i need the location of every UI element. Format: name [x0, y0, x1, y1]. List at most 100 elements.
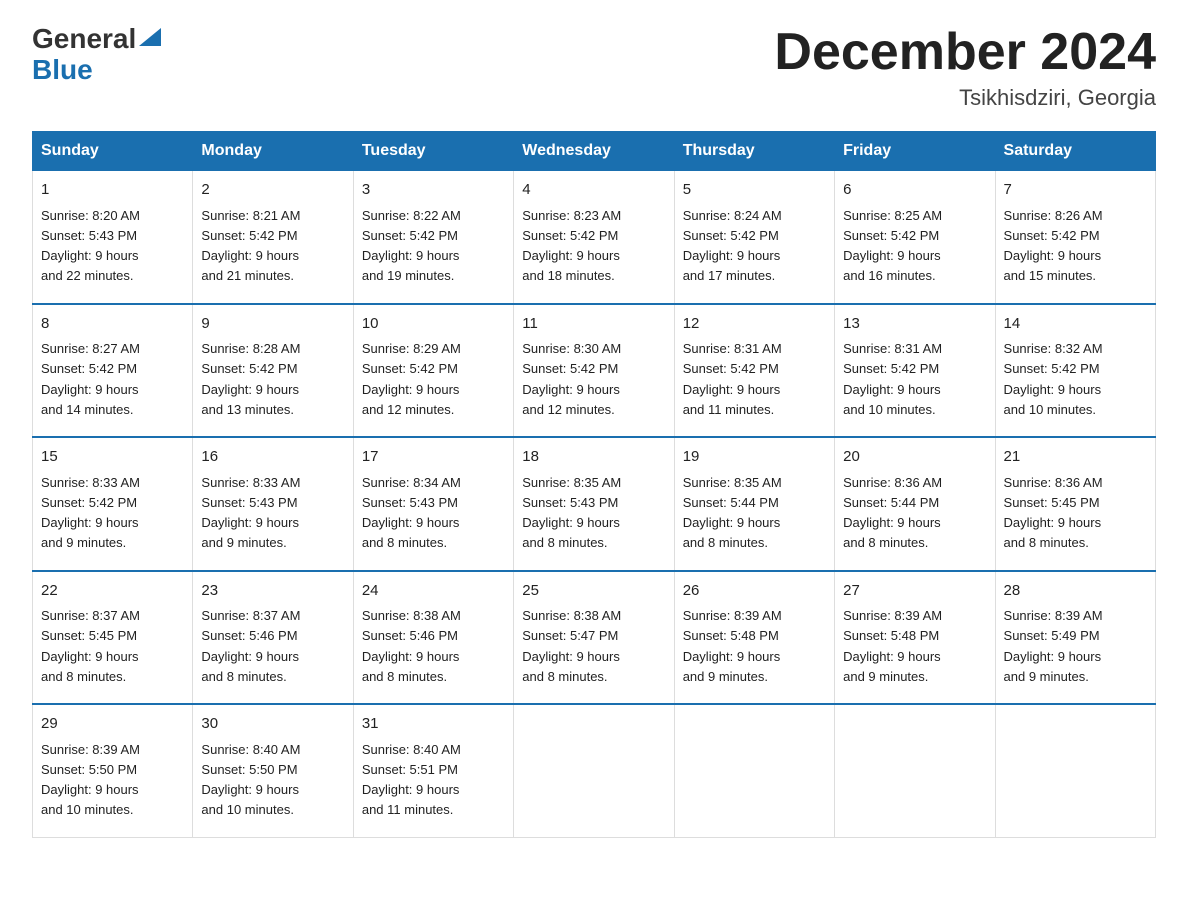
calendar-cell — [995, 704, 1155, 837]
logo-blue: Blue — [32, 55, 93, 86]
day-info: Sunrise: 8:38 AMSunset: 5:46 PMDaylight:… — [362, 608, 461, 684]
calendar-cell: 4 Sunrise: 8:23 AMSunset: 5:42 PMDaylight… — [514, 171, 674, 304]
calendar-cell: 26 Sunrise: 8:39 AMSunset: 5:48 PMDayligh… — [674, 571, 834, 705]
calendar-week-row: 1 Sunrise: 8:20 AMSunset: 5:43 PMDaylight… — [33, 171, 1156, 304]
calendar-cell — [514, 704, 674, 837]
day-info: Sunrise: 8:38 AMSunset: 5:47 PMDaylight:… — [522, 608, 621, 684]
day-info: Sunrise: 8:40 AMSunset: 5:50 PMDaylight:… — [201, 742, 300, 818]
day-number: 10 — [362, 313, 505, 336]
col-saturday: Saturday — [995, 132, 1155, 171]
day-info: Sunrise: 8:33 AMSunset: 5:43 PMDaylight:… — [201, 475, 300, 551]
day-number: 12 — [683, 313, 826, 336]
day-number: 24 — [362, 580, 505, 603]
day-number: 11 — [522, 313, 665, 336]
calendar-cell: 29 Sunrise: 8:39 AMSunset: 5:50 PMDayligh… — [33, 704, 193, 837]
calendar-cell: 11Sunrise: 8:30 AMSunset: 5:42 PMDayligh… — [514, 304, 674, 438]
day-info: Sunrise: 8:20 AMSunset: 5:43 PMDaylight:… — [41, 208, 140, 284]
day-info: Sunrise: 8:36 AMSunset: 5:44 PMDaylight:… — [843, 475, 942, 551]
day-info: Sunrise: 8:39 AMSunset: 5:50 PMDaylight:… — [41, 742, 140, 818]
calendar-cell: 3Sunrise: 8:22 AMSunset: 5:42 PMDaylight… — [353, 171, 513, 304]
calendar-cell: 22 Sunrise: 8:37 AMSunset: 5:45 PMDayligh… — [33, 571, 193, 705]
calendar-cell: 7 Sunrise: 8:26 AMSunset: 5:42 PMDaylight… — [995, 171, 1155, 304]
calendar-week-row: 22 Sunrise: 8:37 AMSunset: 5:45 PMDayligh… — [33, 571, 1156, 705]
day-number: 7 — [1004, 179, 1147, 202]
day-info: Sunrise: 8:37 AMSunset: 5:46 PMDaylight:… — [201, 608, 300, 684]
day-info: Sunrise: 8:39 AMSunset: 5:48 PMDaylight:… — [843, 608, 942, 684]
day-number: 25 — [522, 580, 665, 603]
logo-triangle-icon — [139, 28, 161, 46]
day-info: Sunrise: 8:34 AMSunset: 5:43 PMDaylight:… — [362, 475, 461, 551]
day-info: Sunrise: 8:24 AMSunset: 5:42 PMDaylight:… — [683, 208, 782, 284]
calendar-cell: 24 Sunrise: 8:38 AMSunset: 5:46 PMDayligh… — [353, 571, 513, 705]
day-info: Sunrise: 8:27 AMSunset: 5:42 PMDaylight:… — [41, 341, 140, 417]
day-number: 18 — [522, 446, 665, 469]
day-info: Sunrise: 8:33 AMSunset: 5:42 PMDaylight:… — [41, 475, 140, 551]
logo-general: General — [32, 24, 136, 55]
calendar-cell: 31Sunrise: 8:40 AMSunset: 5:51 PMDayligh… — [353, 704, 513, 837]
day-info: Sunrise: 8:28 AMSunset: 5:42 PMDaylight:… — [201, 341, 300, 417]
day-info: Sunrise: 8:21 AMSunset: 5:42 PMDaylight:… — [201, 208, 300, 284]
day-number: 20 — [843, 446, 986, 469]
day-number: 6 — [843, 179, 986, 202]
calendar-cell: 6 Sunrise: 8:25 AMSunset: 5:42 PMDaylight… — [835, 171, 995, 304]
col-friday: Friday — [835, 132, 995, 171]
day-info: Sunrise: 8:39 AMSunset: 5:48 PMDaylight:… — [683, 608, 782, 684]
day-number: 16 — [201, 446, 344, 469]
day-number: 22 — [41, 580, 184, 603]
day-info: Sunrise: 8:23 AMSunset: 5:42 PMDaylight:… — [522, 208, 621, 284]
page-header: General Blue December 2024 Tsikhisdziri,… — [32, 24, 1156, 111]
calendar-cell: 2 Sunrise: 8:21 AMSunset: 5:42 PMDaylight… — [193, 171, 353, 304]
day-number: 29 — [41, 713, 184, 736]
calendar-table: Sunday Monday Tuesday Wednesday Thursday… — [32, 131, 1156, 838]
day-info: Sunrise: 8:31 AMSunset: 5:42 PMDaylight:… — [843, 341, 942, 417]
calendar-cell: 19Sunrise: 8:35 AMSunset: 5:44 PMDayligh… — [674, 437, 834, 571]
calendar-cell: 25 Sunrise: 8:38 AMSunset: 5:47 PMDayligh… — [514, 571, 674, 705]
day-number: 26 — [683, 580, 826, 603]
day-info: Sunrise: 8:32 AMSunset: 5:42 PMDaylight:… — [1004, 341, 1103, 417]
day-number: 28 — [1004, 580, 1147, 603]
calendar-week-row: 29 Sunrise: 8:39 AMSunset: 5:50 PMDayligh… — [33, 704, 1156, 837]
day-number: 31 — [362, 713, 505, 736]
logo: General Blue — [32, 24, 161, 86]
calendar-cell — [674, 704, 834, 837]
day-info: Sunrise: 8:29 AMSunset: 5:42 PMDaylight:… — [362, 341, 461, 417]
calendar-cell: 1 Sunrise: 8:20 AMSunset: 5:43 PMDaylight… — [33, 171, 193, 304]
main-title: December 2024 — [774, 24, 1156, 81]
day-number: 4 — [522, 179, 665, 202]
day-info: Sunrise: 8:35 AMSunset: 5:43 PMDaylight:… — [522, 475, 621, 551]
day-number: 14 — [1004, 313, 1147, 336]
day-info: Sunrise: 8:25 AMSunset: 5:42 PMDaylight:… — [843, 208, 942, 284]
day-info: Sunrise: 8:26 AMSunset: 5:42 PMDaylight:… — [1004, 208, 1103, 284]
calendar-cell: 12 Sunrise: 8:31 AMSunset: 5:42 PMDayligh… — [674, 304, 834, 438]
day-info: Sunrise: 8:22 AMSunset: 5:42 PMDaylight:… — [362, 208, 461, 284]
day-number: 17 — [362, 446, 505, 469]
day-number: 27 — [843, 580, 986, 603]
day-number: 9 — [201, 313, 344, 336]
calendar-cell: 21Sunrise: 8:36 AMSunset: 5:45 PMDayligh… — [995, 437, 1155, 571]
col-thursday: Thursday — [674, 132, 834, 171]
col-sunday: Sunday — [33, 132, 193, 171]
calendar-cell: 17 Sunrise: 8:34 AMSunset: 5:43 PMDayligh… — [353, 437, 513, 571]
calendar-cell: 27 Sunrise: 8:39 AMSunset: 5:48 PMDayligh… — [835, 571, 995, 705]
day-number: 15 — [41, 446, 184, 469]
calendar-cell: 9 Sunrise: 8:28 AMSunset: 5:42 PMDaylight… — [193, 304, 353, 438]
calendar-week-row: 15 Sunrise: 8:33 AMSunset: 5:42 PMDayligh… — [33, 437, 1156, 571]
day-number: 23 — [201, 580, 344, 603]
calendar-cell: 10 Sunrise: 8:29 AMSunset: 5:42 PMDayligh… — [353, 304, 513, 438]
calendar-cell: 14 Sunrise: 8:32 AMSunset: 5:42 PMDayligh… — [995, 304, 1155, 438]
day-info: Sunrise: 8:37 AMSunset: 5:45 PMDaylight:… — [41, 608, 140, 684]
day-info: Sunrise: 8:31 AMSunset: 5:42 PMDaylight:… — [683, 341, 782, 417]
calendar-cell: 28 Sunrise: 8:39 AMSunset: 5:49 PMDayligh… — [995, 571, 1155, 705]
calendar-cell: 20 Sunrise: 8:36 AMSunset: 5:44 PMDayligh… — [835, 437, 995, 571]
calendar-cell: 18 Sunrise: 8:35 AMSunset: 5:43 PMDayligh… — [514, 437, 674, 571]
day-number: 1 — [41, 179, 184, 202]
day-number: 5 — [683, 179, 826, 202]
day-info: Sunrise: 8:39 AMSunset: 5:49 PMDaylight:… — [1004, 608, 1103, 684]
calendar-cell: 23 Sunrise: 8:37 AMSunset: 5:46 PMDayligh… — [193, 571, 353, 705]
calendar-cell: 8Sunrise: 8:27 AMSunset: 5:42 PMDaylight… — [33, 304, 193, 438]
calendar-week-row: 8Sunrise: 8:27 AMSunset: 5:42 PMDaylight… — [33, 304, 1156, 438]
title-block: December 2024 Tsikhisdziri, Georgia — [774, 24, 1156, 111]
day-number: 2 — [201, 179, 344, 202]
day-number: 30 — [201, 713, 344, 736]
calendar-cell: 15 Sunrise: 8:33 AMSunset: 5:42 PMDayligh… — [33, 437, 193, 571]
